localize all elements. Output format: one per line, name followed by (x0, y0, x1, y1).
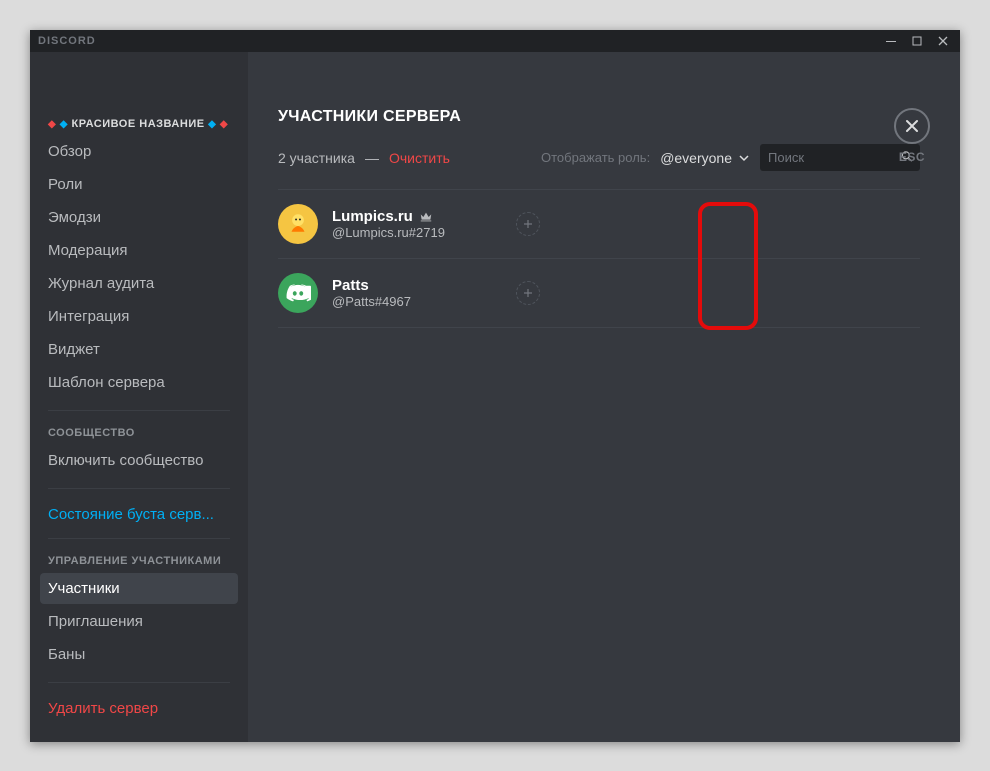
avatar (278, 273, 318, 313)
sidebar-item-s1-4[interactable]: Журнал аудита (40, 268, 238, 299)
sidebar-item-s1-1[interactable]: Роли (40, 169, 238, 200)
titlebar: DISCORD (30, 30, 960, 52)
members-toolbar: 2 участника — Очистить Отображать роль: … (278, 144, 920, 171)
minimize-button[interactable] (878, 30, 904, 52)
sidebar-item-s1-2[interactable]: Эмодзи (40, 202, 238, 233)
page-title: УЧАСТНИКИ СЕРВЕРА (278, 108, 920, 126)
member-info: Lumpics.ru@Lumpics.ru#2719 (332, 208, 482, 240)
chevron-down-icon (738, 152, 750, 164)
role-filter-value: @everyone (660, 150, 732, 166)
add-role-button[interactable] (516, 212, 540, 236)
sidebar-item-s3-0[interactable]: Участники (40, 573, 238, 604)
member-info: Patts@Patts#4967 (332, 277, 482, 309)
sidebar-item-s1-5[interactable]: Интеграция (40, 301, 238, 332)
avatar (278, 204, 318, 244)
maximize-icon (911, 35, 923, 47)
clear-filter-button[interactable]: Очистить (389, 150, 450, 166)
member-count: 2 участника (278, 150, 355, 166)
crown-icon (419, 210, 433, 224)
sidebar-item-s3-2[interactable]: Баны (40, 639, 238, 670)
plus-icon (523, 219, 533, 229)
server-name-header: ◆ ◆ КРАСИВОЕ НАЗВАНИЕ ◆ ◆ (40, 112, 238, 136)
member-tag: @Lumpics.ru#2719 (332, 225, 482, 240)
diamond-icon: ◆ (208, 119, 216, 130)
dash-separator: — (365, 150, 379, 166)
discord-logo-icon (285, 280, 311, 306)
sidebar-divider (48, 682, 230, 683)
plus-icon (523, 288, 533, 298)
window-controls (878, 30, 956, 52)
app-window: DISCORD ◆ ◆ КРАСИВОЕ НАЗВАНИЕ ◆ ◆ ОбзорР… (30, 30, 960, 742)
close-settings-area: ESC (894, 108, 930, 164)
member-name: Lumpics.ru (332, 208, 482, 225)
sidebar-item-s1-0[interactable]: Обзор (40, 136, 238, 167)
sidebar-item-delete-server[interactable]: Удалить сервер (40, 693, 238, 720)
avatar-image-icon (285, 211, 311, 237)
sidebar-item-s2-0[interactable]: Включить сообщество (40, 445, 238, 476)
sidebar-divider (48, 538, 230, 539)
member-row[interactable]: Lumpics.ru@Lumpics.ru#2719 (278, 190, 920, 259)
sidebar-item-s3-1[interactable]: Приглашения (40, 606, 238, 637)
role-filter-select[interactable]: @everyone (660, 150, 750, 166)
esc-label: ESC (899, 150, 925, 164)
close-window-button[interactable] (930, 30, 956, 52)
sidebar-section-community: СООБЩЕСТВО (40, 421, 238, 445)
sidebar-section-members: УПРАВЛЕНИЕ УЧАСТНИКАМИ (40, 549, 238, 573)
sidebar-item-s1-7[interactable]: Шаблон сервера (40, 367, 238, 398)
member-list: Lumpics.ru@Lumpics.ru#2719 Patts@Patts#49… (278, 189, 920, 328)
member-tag: @Patts#4967 (332, 294, 482, 309)
sidebar-item-boost-status[interactable]: Состояние буста серв... (40, 499, 238, 526)
content-area: УЧАСТНИКИ СЕРВЕРА 2 участника — Очистить… (248, 52, 960, 742)
sidebar-item-s1-6[interactable]: Виджет (40, 334, 238, 365)
settings-sidebar: ◆ ◆ КРАСИВОЕ НАЗВАНИЕ ◆ ◆ ОбзорРолиЭмодз… (30, 52, 248, 742)
close-icon (937, 35, 949, 47)
sidebar-divider (48, 410, 230, 411)
maximize-button[interactable] (904, 30, 930, 52)
diamond-icon: ◆ (60, 119, 68, 130)
server-name-text: КРАСИВОЕ НАЗВАНИЕ (72, 118, 205, 130)
role-filter-label: Отображать роль: (541, 150, 650, 165)
close-settings-button[interactable] (894, 108, 930, 144)
close-icon (904, 118, 920, 134)
sidebar-divider (48, 488, 230, 489)
app-body: ◆ ◆ КРАСИВОЕ НАЗВАНИЕ ◆ ◆ ОбзорРолиЭмодз… (30, 52, 960, 742)
add-role-button[interactable] (516, 281, 540, 305)
sidebar-item-s1-3[interactable]: Модерация (40, 235, 238, 266)
member-row[interactable]: Patts@Patts#4967 (278, 259, 920, 328)
diamond-icon: ◆ (220, 119, 228, 130)
diamond-icon: ◆ (48, 119, 56, 130)
member-name: Patts (332, 277, 482, 294)
app-brand: DISCORD (38, 35, 96, 47)
minimize-icon (885, 35, 897, 47)
